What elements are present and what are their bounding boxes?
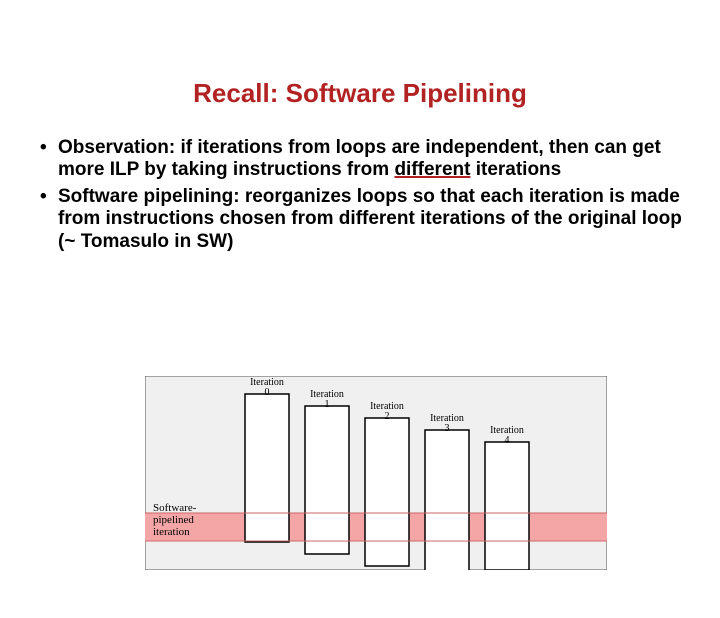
bullet-text: Observation: if iterations from loops ar… (58, 137, 661, 180)
bullet-text: Software pipelining: reorganizes loops s… (58, 186, 682, 252)
iteration-box-4: Iteration 4 (485, 425, 529, 570)
slide: Recall: Software Pipelining Observation:… (0, 78, 720, 618)
diagram-side-label: pipelined (153, 514, 194, 526)
pipelining-diagram: Software- pipelined iteration Iteration … (145, 376, 607, 570)
iteration-number: 4 (505, 435, 510, 446)
iteration-box-1: Iteration 1 (305, 389, 349, 554)
iteration-number: 2 (385, 411, 390, 422)
bullet-text: iterations (470, 159, 561, 180)
bullet-list: Observation: if iterations from loops ar… (40, 137, 690, 253)
iteration-box-0: Iteration 0 (245, 377, 289, 542)
diagram-side-label: iteration (153, 526, 190, 538)
iteration-number: 0 (265, 387, 270, 398)
bullet-item: Software pipelining: reorganizes loops s… (40, 186, 690, 253)
diagram-side-label: Software- (153, 502, 197, 514)
iteration-box-3: Iteration 3 (425, 413, 469, 570)
bullet-underline: different (394, 159, 470, 180)
bullet-item: Observation: if iterations from loops ar… (40, 137, 690, 182)
slide-title: Recall: Software Pipelining (0, 78, 720, 109)
iteration-number: 3 (445, 423, 450, 434)
iteration-number: 1 (325, 399, 330, 410)
